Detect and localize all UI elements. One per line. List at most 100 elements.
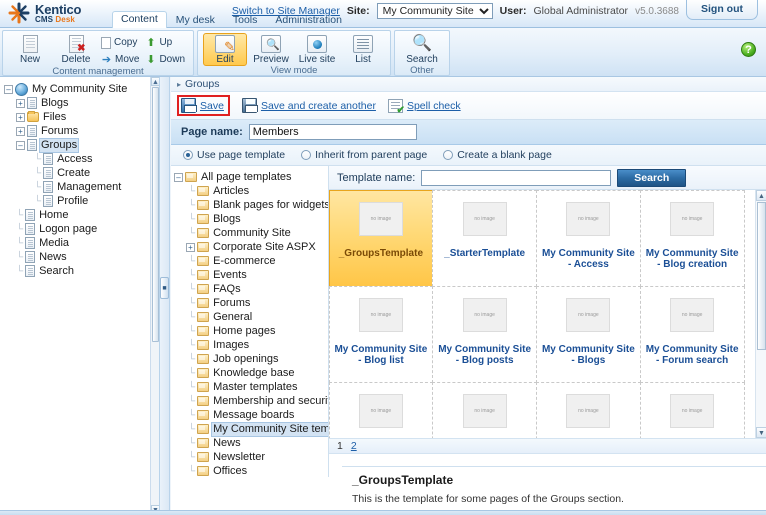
expander-minus-icon[interactable]: – — [174, 172, 183, 182]
edit-button[interactable]: Edit — [203, 33, 248, 66]
page-name-input[interactable] — [248, 124, 417, 140]
sign-out-button[interactable]: Sign out — [686, 0, 758, 20]
template-tile-row3-2[interactable]: no image — [432, 381, 537, 438]
template-tile-row3-3[interactable]: no image — [536, 381, 641, 438]
tpl-node-articles[interactable]: └ Articles — [174, 184, 328, 198]
radio-use-page-template[interactable]: Use page template — [183, 149, 285, 161]
tab-my-desk[interactable]: My desk — [167, 13, 224, 28]
move-button[interactable]: ➔ Move — [100, 52, 142, 67]
tree-node-media[interactable]: └ Media — [4, 236, 150, 250]
tree-node-my-community-site[interactable]: – My Community Site — [4, 82, 150, 96]
tpl-node-blogs[interactable]: └ Blogs — [174, 212, 328, 226]
up-button[interactable]: ⬆ Up — [144, 35, 188, 50]
tree-node-management[interactable]: └ Management — [4, 180, 150, 194]
tpl-node-offices[interactable]: └ Offices — [174, 464, 328, 477]
scrollbar-thumb[interactable] — [757, 202, 766, 350]
folder-icon — [197, 214, 210, 224]
expander-plus-icon[interactable]: + — [16, 112, 25, 122]
template-tile-groups-template[interactable]: no image _GroupsTemplate — [329, 190, 434, 287]
tree-node-create[interactable]: └ Create — [4, 166, 150, 180]
template-tile-blogs[interactable]: no image My Community Site - Blogs — [536, 285, 641, 383]
tpl-node-blank-pages-for-widgets[interactable]: └ Blank pages for widgets — [174, 198, 328, 212]
tree-node-search[interactable]: └ Search — [4, 264, 150, 278]
tpl-node-community-site[interactable]: └ Community Site — [174, 226, 328, 240]
tpl-node-job-openings[interactable]: └ Job openings — [174, 352, 328, 366]
radio-create-a-blank-page[interactable]: Create a blank page — [443, 149, 552, 161]
tpl-node-faqs[interactable]: └ FAQs — [174, 282, 328, 296]
tpl-node-images[interactable]: └ Images — [174, 338, 328, 352]
expander-plus-icon[interactable]: + — [186, 242, 195, 252]
page-name-strip: Page name: — [171, 120, 766, 145]
copy-button[interactable]: Copy — [100, 35, 142, 50]
template-tile-row3-4[interactable]: no image — [639, 381, 745, 438]
tpl-node-label: Knowledge base — [213, 366, 295, 379]
tpl-node-message-boards[interactable]: └ Message boards — [174, 408, 328, 422]
scroll-up-arrow-icon[interactable]: ▲ — [151, 77, 159, 86]
expander-minus-icon[interactable]: – — [4, 84, 13, 94]
site-select[interactable]: My Community Site — [376, 3, 493, 19]
tree-node-blogs[interactable]: + Blogs — [4, 96, 150, 110]
expander-minus-icon[interactable]: – — [16, 140, 25, 150]
down-button[interactable]: ⬇ Down — [144, 52, 188, 67]
tab-content[interactable]: Content — [112, 11, 167, 28]
search-button[interactable]: 🔍 Search — [400, 33, 444, 66]
template-name-input[interactable] — [421, 169, 612, 186]
help-icon[interactable]: ? — [741, 42, 756, 57]
scroll-up-arrow-icon[interactable]: ▲ — [756, 190, 766, 201]
template-tile-forum-search[interactable]: no image My Community Site - Forum searc… — [639, 285, 745, 383]
spell-check-button[interactable]: Spell check — [387, 98, 461, 116]
preview-button[interactable]: Preview — [249, 33, 293, 66]
tree-node-access[interactable]: └ Access — [4, 152, 150, 166]
radio-unselected-icon[interactable] — [443, 150, 454, 160]
expander-plus-icon[interactable]: + — [16, 126, 25, 136]
template-tile-row3-1[interactable]: no image — [329, 381, 434, 438]
template-search-button[interactable]: Search — [617, 168, 687, 187]
tree-node-groups[interactable]: – Groups — [4, 137, 150, 153]
scrollbar-thumb[interactable] — [152, 87, 159, 342]
tpl-node-events[interactable]: └ Events — [174, 268, 328, 282]
template-tile-starter-template[interactable]: no image _StarterTemplate — [432, 190, 537, 287]
page-2[interactable]: 2 — [351, 440, 357, 452]
template-tile-access[interactable]: no image My Community Site - Access — [536, 190, 641, 287]
tpl-node-news[interactable]: └ News — [174, 436, 328, 450]
tree-node-home[interactable]: └ Home — [4, 208, 150, 222]
tpl-node-general[interactable]: └ General — [174, 310, 328, 324]
tree-node-profile[interactable]: └ Profile — [4, 194, 150, 208]
tree-node-files[interactable]: + Files — [4, 110, 150, 124]
tpl-node-membership-and-security[interactable]: └ Membership and security — [174, 394, 328, 408]
tpl-node-forums[interactable]: └ Forums — [174, 296, 328, 310]
expander-plus-icon[interactable]: + — [16, 98, 25, 108]
tpl-node-knowledge-base[interactable]: └ Knowledge base — [174, 366, 328, 380]
content-tree-scrollbar[interactable]: ▲ ▼ — [150, 77, 159, 514]
template-tile-blog-list[interactable]: no image My Community Site - Blog list — [329, 285, 434, 383]
tree-node-news[interactable]: └ News — [4, 250, 150, 264]
live-site-button[interactable]: Live site — [295, 33, 339, 66]
save-and-create-another-button[interactable]: Save and create another — [241, 98, 376, 113]
panel-splitter[interactable]: ■ — [160, 77, 170, 514]
save-button[interactable]: Save — [177, 95, 230, 116]
splitter-collapse-handle[interactable]: ■ — [160, 277, 169, 299]
delete-button[interactable]: Delete — [54, 33, 98, 66]
tree-node-logon-page[interactable]: └ Logon page — [4, 222, 150, 236]
switch-to-site-manager-link[interactable]: Switch to Site Manager — [232, 5, 340, 17]
list-button[interactable]: List — [341, 33, 385, 66]
tpl-node-newsletter[interactable]: └ Newsletter — [174, 450, 328, 464]
tree-line: └ — [188, 353, 196, 365]
tpl-node-my-community-site-templates[interactable]: └ My Community Site templates — [174, 421, 328, 437]
arrow-down-icon: ⬇ — [146, 53, 156, 66]
tree-node-forums[interactable]: + Forums — [4, 124, 150, 138]
tpl-node-all-page-templates[interactable]: – All page templates — [174, 170, 328, 184]
template-thumbnail: no image — [670, 201, 715, 236]
template-grid-scrollbar[interactable]: ▲ ▼ — [755, 190, 766, 438]
radio-unselected-icon[interactable] — [301, 150, 312, 160]
tpl-node-e-commerce[interactable]: └ E-commerce — [174, 254, 328, 268]
radio-selected-icon[interactable] — [183, 150, 193, 160]
tpl-node-corporate-site-aspx[interactable]: + Corporate Site ASPX — [174, 240, 328, 254]
radio-inherit-from-parent-page[interactable]: Inherit from parent page — [301, 149, 427, 161]
scroll-down-arrow-icon[interactable]: ▼ — [756, 427, 766, 438]
new-button[interactable]: New — [8, 33, 52, 66]
tpl-node-home-pages[interactable]: └ Home pages — [174, 324, 328, 338]
template-tile-blog-creation[interactable]: no image My Community Site - Blog creati… — [639, 190, 745, 287]
tpl-node-master-templates[interactable]: └ Master templates — [174, 380, 328, 394]
template-tile-blog-posts[interactable]: no image My Community Site - Blog posts — [432, 285, 537, 383]
